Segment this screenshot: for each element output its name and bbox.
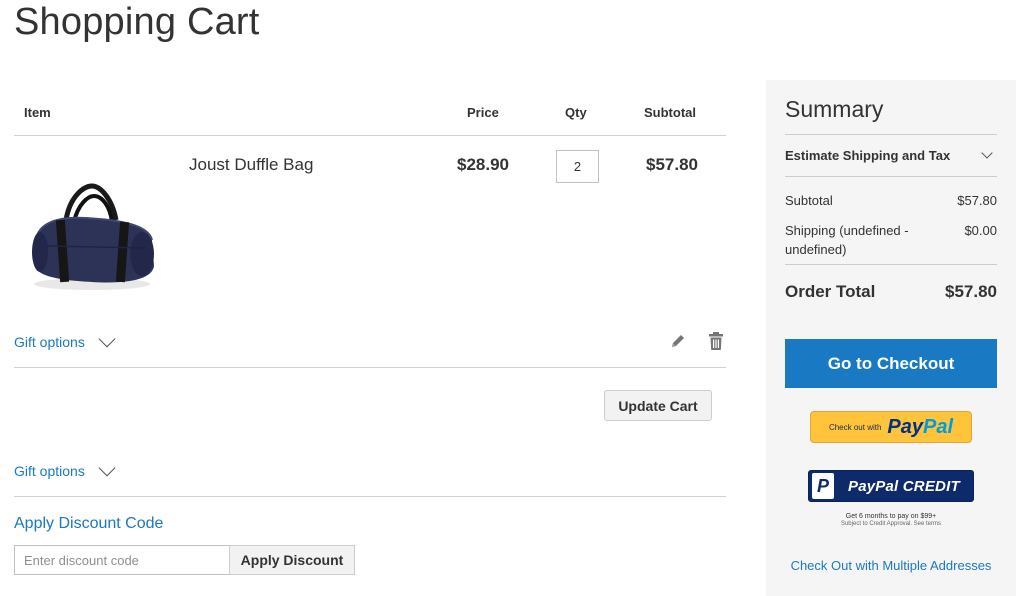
page-title: Shopping Cart bbox=[14, 1, 260, 43]
column-header-qty: Qty bbox=[565, 105, 587, 120]
chevron-down-icon bbox=[98, 459, 116, 477]
trash-icon[interactable] bbox=[708, 331, 724, 351]
cart-gift-options-row: Gift options bbox=[14, 455, 726, 497]
gift-options-label: Gift options bbox=[14, 463, 85, 479]
paypal-p-icon: P bbox=[812, 473, 834, 499]
divider bbox=[785, 176, 997, 177]
cart-summary: Summary Estimate Shipping and Tax Subtot… bbox=[766, 80, 1016, 596]
paypal-logo-icon: PayPal bbox=[887, 416, 953, 439]
order-total-value: $57.80 bbox=[945, 282, 997, 301]
update-cart-button[interactable]: Update Cart bbox=[604, 390, 712, 421]
divider bbox=[785, 264, 997, 265]
column-header-subtotal: Subtotal bbox=[644, 105, 696, 120]
qty-input[interactable] bbox=[556, 150, 599, 183]
product-name-link[interactable]: Joust Duffle Bag bbox=[189, 155, 313, 175]
cart-table: Item Price Qty Subtotal Joust Duffle Bag… bbox=[14, 96, 726, 368]
summary-subtotal-value: $57.80 bbox=[957, 193, 997, 208]
product-image[interactable] bbox=[26, 176, 158, 294]
summary-title: Summary bbox=[785, 96, 884, 122]
pencil-icon[interactable] bbox=[669, 332, 687, 350]
paypal-credit-label: PayPal CREDIT bbox=[848, 477, 960, 495]
chevron-down-icon bbox=[981, 147, 993, 159]
cart-table-header: Item Price Qty Subtotal bbox=[14, 96, 726, 136]
order-total-label: Order Total bbox=[785, 282, 876, 301]
cart-item-row: Joust Duffle Bag $28.90 $57.80 bbox=[14, 136, 726, 326]
paypal-credit-terms-link[interactable]: Subject to Credit Approval. See terms bbox=[785, 521, 997, 527]
item-actions-row: Gift options bbox=[14, 326, 726, 368]
divider bbox=[785, 134, 997, 135]
gift-options-toggle[interactable]: Gift options bbox=[14, 330, 116, 350]
chevron-down-icon bbox=[98, 330, 116, 348]
multiple-addresses-link[interactable]: Check Out with Multiple Addresses bbox=[785, 556, 997, 575]
estimate-shipping-toggle[interactable]: Estimate Shipping and Tax bbox=[785, 147, 997, 163]
paypal-logo-pay: Pay bbox=[887, 415, 924, 438]
cart-gift-options-toggle[interactable]: Gift options bbox=[14, 459, 116, 479]
paypal-credit-button[interactable]: P PayPal CREDIT bbox=[808, 470, 974, 502]
order-total-row: Order Total $57.80 bbox=[785, 282, 997, 302]
paypal-logo-pal: Pal bbox=[923, 415, 954, 438]
item-price: $28.90 bbox=[457, 155, 509, 174]
estimate-shipping-label: Estimate Shipping and Tax bbox=[785, 148, 951, 163]
summary-subtotal-label: Subtotal bbox=[785, 193, 833, 208]
item-subtotal: $57.80 bbox=[646, 155, 698, 174]
apply-discount-toggle[interactable]: Apply Discount Code bbox=[14, 515, 163, 533]
discount-code-input[interactable] bbox=[14, 545, 230, 575]
paypal-checkout-button[interactable]: Check out with PayPal bbox=[810, 411, 972, 443]
summary-shipping-value: $0.00 bbox=[964, 223, 997, 238]
gift-options-label: Gift options bbox=[14, 334, 85, 350]
column-header-item: Item bbox=[24, 105, 51, 120]
go-to-checkout-button[interactable]: Go to Checkout bbox=[785, 339, 997, 388]
paypal-credit-note: Get 6 months to pay on $99+ bbox=[845, 513, 937, 520]
column-header-price: Price bbox=[467, 105, 499, 120]
paypal-small-text: Check out with bbox=[828, 422, 882, 432]
summary-shipping-label: Shipping (undefined - undefined) bbox=[785, 223, 909, 257]
apply-discount-button[interactable]: Apply Discount bbox=[229, 545, 355, 575]
